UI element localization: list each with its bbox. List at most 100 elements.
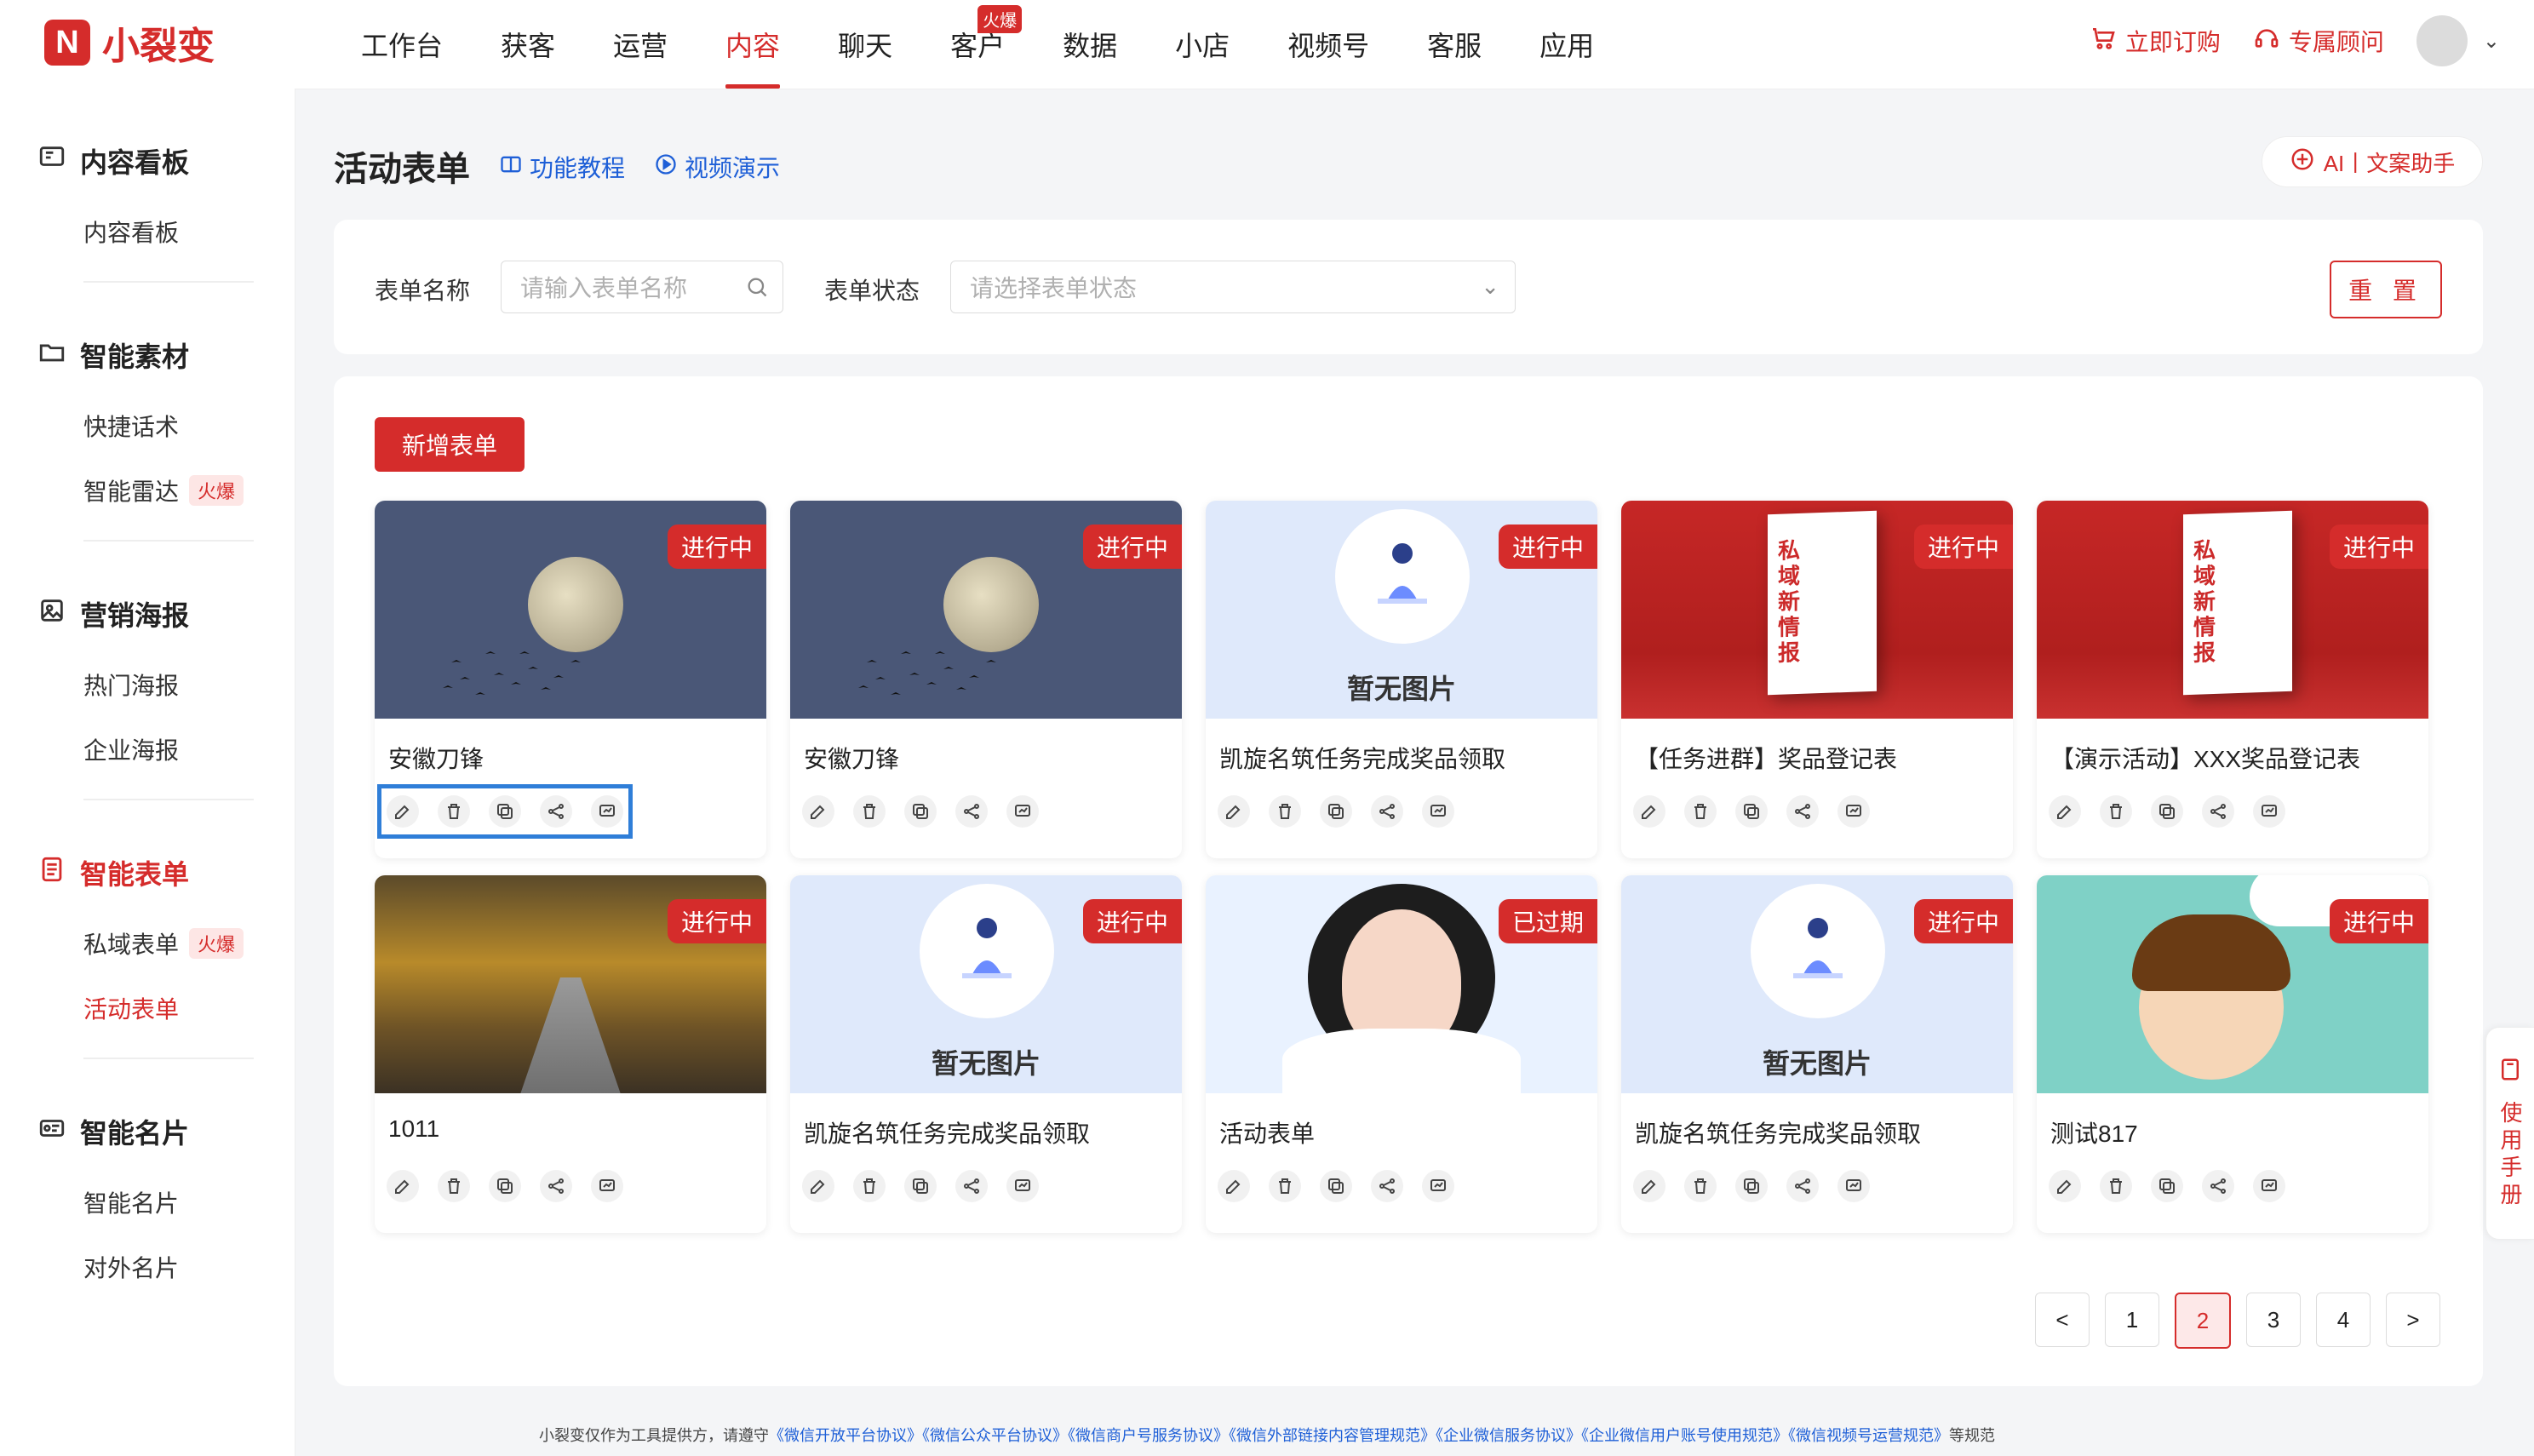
- sidebar-group-header[interactable]: 内容看板: [0, 141, 295, 181]
- edit-icon[interactable]: [387, 795, 419, 828]
- form-card[interactable]: 进行中 安徽刀锋: [375, 501, 766, 858]
- form-card[interactable]: 暂无图片 进行中 凯旋名筑任务完成奖品领取: [790, 875, 1182, 1233]
- nav-item[interactable]: 客服: [1398, 0, 1511, 89]
- sidebar-group-header[interactable]: 营销海报: [0, 594, 295, 633]
- copy-icon[interactable]: [1320, 1170, 1352, 1202]
- share-icon[interactable]: [540, 1170, 572, 1202]
- data-icon[interactable]: [1006, 1170, 1039, 1202]
- delete-icon[interactable]: [853, 1170, 886, 1202]
- edit-icon[interactable]: [2049, 1170, 2081, 1202]
- edit-icon[interactable]: [2049, 795, 2081, 828]
- share-icon[interactable]: [955, 795, 988, 828]
- copy-icon[interactable]: [1320, 795, 1352, 828]
- data-icon[interactable]: [591, 795, 623, 828]
- copy-icon[interactable]: [2151, 795, 2183, 828]
- form-card[interactable]: 进行中 安徽刀锋: [790, 501, 1182, 858]
- nav-item[interactable]: 运营: [584, 0, 697, 89]
- data-icon[interactable]: [1006, 795, 1039, 828]
- edit-icon[interactable]: [1633, 1170, 1665, 1202]
- form-card[interactable]: 暂无图片 进行中 凯旋名筑任务完成奖品领取: [1206, 501, 1597, 858]
- sidebar-item[interactable]: 内容看板: [0, 199, 295, 264]
- share-icon[interactable]: [955, 1170, 988, 1202]
- nav-item[interactable]: 客户 火爆: [921, 0, 1034, 89]
- form-card[interactable]: 暂无图片 进行中 凯旋名筑任务完成奖品领取: [1621, 875, 2013, 1233]
- nav-item[interactable]: 小店: [1146, 0, 1258, 89]
- copy-icon[interactable]: [1735, 1170, 1768, 1202]
- data-icon[interactable]: [2253, 1170, 2285, 1202]
- video-link[interactable]: 视频演示: [654, 150, 780, 184]
- delete-icon[interactable]: [1684, 1170, 1717, 1202]
- nav-item[interactable]: 视频号: [1258, 0, 1398, 89]
- page-button[interactable]: 1: [2105, 1293, 2159, 1347]
- edit-icon[interactable]: [1633, 795, 1665, 828]
- copy-icon[interactable]: [904, 795, 937, 828]
- sidebar-item[interactable]: 对外名片: [0, 1235, 295, 1299]
- prev-page-button[interactable]: <: [2035, 1293, 2090, 1347]
- user-avatar[interactable]: [2416, 15, 2468, 66]
- copy-icon[interactable]: [489, 1170, 521, 1202]
- delete-icon[interactable]: [438, 795, 470, 828]
- sidebar-group-header[interactable]: 智能素材: [0, 335, 295, 375]
- sidebar-group-header[interactable]: 智能名片: [0, 1112, 295, 1151]
- user-manual-tab[interactable]: 使用手册: [2485, 1027, 2534, 1240]
- share-icon[interactable]: [1371, 1170, 1403, 1202]
- edit-icon[interactable]: [387, 1170, 419, 1202]
- edit-icon[interactable]: [1218, 795, 1250, 828]
- order-button[interactable]: 立即订购: [2090, 24, 2221, 58]
- footer-policy-link[interactable]: 《微信公众平台协议》: [922, 1427, 1068, 1444]
- nav-item[interactable]: 聊天: [809, 0, 921, 89]
- page-button[interactable]: 2: [2175, 1293, 2231, 1349]
- nav-item[interactable]: 工作台: [332, 0, 472, 89]
- data-icon[interactable]: [1422, 1170, 1454, 1202]
- edit-icon[interactable]: [1218, 1170, 1250, 1202]
- footer-policy-link[interactable]: 《微信商户号服务协议》: [1068, 1427, 1229, 1444]
- nav-item[interactable]: 获客: [472, 0, 584, 89]
- footer-policy-link[interactable]: 《企业微信服务协议》: [1436, 1427, 1581, 1444]
- footer-policy-link[interactable]: 《微信开放平台协议》: [769, 1427, 922, 1444]
- form-card[interactable]: 已过期 活动表单: [1206, 875, 1597, 1233]
- sidebar-item[interactable]: 私域表单 火爆: [0, 911, 295, 976]
- ai-assistant-button[interactable]: AI丨文案助手: [2262, 136, 2483, 187]
- delete-icon[interactable]: [2100, 795, 2132, 828]
- reset-button[interactable]: 重 置: [2330, 261, 2442, 318]
- footer-policy-link[interactable]: 《微信视频号运营规范》: [1788, 1427, 1949, 1444]
- footer-policy-link[interactable]: 《企业微信用户账号使用规范》: [1581, 1427, 1788, 1444]
- form-card[interactable]: 进行中 1011: [375, 875, 766, 1233]
- advisor-button[interactable]: 专属顾问: [2253, 24, 2384, 58]
- page-button[interactable]: 3: [2246, 1293, 2301, 1347]
- brand-logo[interactable]: N 小裂变: [44, 15, 215, 70]
- share-icon[interactable]: [2202, 1170, 2234, 1202]
- form-card[interactable]: 私域新情报 进行中 【演示活动】XXX奖品登记表: [2037, 501, 2428, 858]
- sidebar-item[interactable]: 快捷话术: [0, 393, 295, 458]
- chevron-down-icon[interactable]: ⌄: [2483, 29, 2500, 54]
- share-icon[interactable]: [1371, 795, 1403, 828]
- copy-icon[interactable]: [2151, 1170, 2183, 1202]
- tutorial-link[interactable]: 功能教程: [499, 150, 625, 184]
- nav-item[interactable]: 内容: [697, 0, 809, 89]
- nav-item[interactable]: 数据: [1034, 0, 1146, 89]
- share-icon[interactable]: [540, 795, 572, 828]
- copy-icon[interactable]: [489, 795, 521, 828]
- copy-icon[interactable]: [1735, 795, 1768, 828]
- delete-icon[interactable]: [1684, 795, 1717, 828]
- sidebar-item[interactable]: 活动表单: [0, 976, 295, 1040]
- data-icon[interactable]: [1837, 795, 1870, 828]
- add-form-button[interactable]: 新增表单: [375, 417, 525, 472]
- form-card[interactable]: 进行中 测试817: [2037, 875, 2428, 1233]
- delete-icon[interactable]: [438, 1170, 470, 1202]
- delete-icon[interactable]: [2100, 1170, 2132, 1202]
- share-icon[interactable]: [1786, 795, 1819, 828]
- delete-icon[interactable]: [853, 795, 886, 828]
- sidebar-item[interactable]: 热门海报: [0, 652, 295, 717]
- sidebar-group-header[interactable]: 智能表单: [0, 853, 295, 892]
- share-icon[interactable]: [2202, 795, 2234, 828]
- footer-policy-link[interactable]: 《微信外部链接内容管理规范》: [1229, 1427, 1436, 1444]
- data-icon[interactable]: [591, 1170, 623, 1202]
- delete-icon[interactable]: [1269, 795, 1301, 828]
- nav-item[interactable]: 应用: [1511, 0, 1623, 89]
- share-icon[interactable]: [1786, 1170, 1819, 1202]
- delete-icon[interactable]: [1269, 1170, 1301, 1202]
- form-name-input[interactable]: 请输入表单名称: [501, 261, 783, 313]
- sidebar-item[interactable]: 企业海报: [0, 717, 295, 782]
- next-page-button[interactable]: >: [2386, 1293, 2440, 1347]
